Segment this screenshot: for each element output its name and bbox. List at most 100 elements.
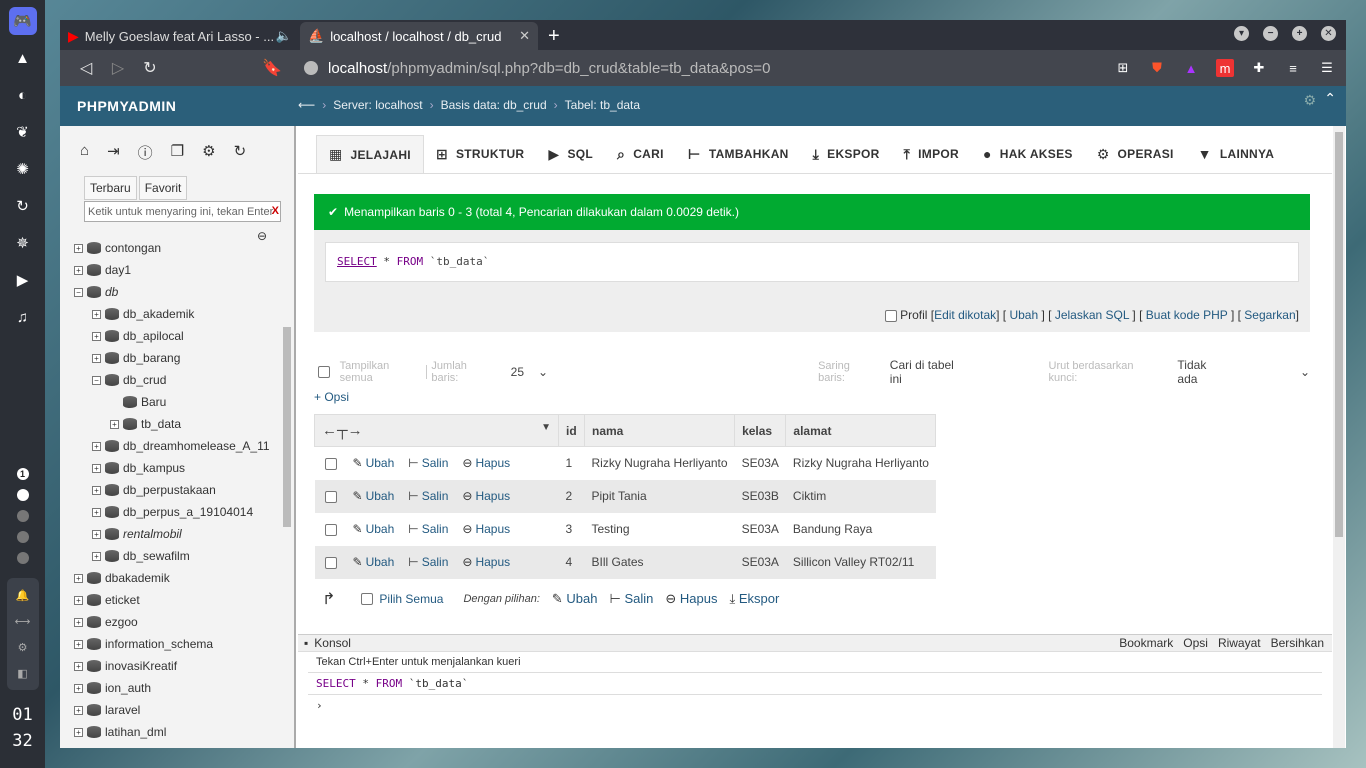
maximize-icon[interactable]: +: [1292, 26, 1307, 41]
expand-icon[interactable]: +: [92, 463, 101, 473]
edit-button[interactable]: ✎ Ubah: [353, 456, 395, 470]
new-tab-button[interactable]: +: [548, 22, 560, 50]
select-all-label[interactable]: Pilih Semua: [379, 592, 443, 606]
row-checkbox[interactable]: [324, 458, 337, 471]
copy-button[interactable]: ⊢ Salin: [408, 456, 448, 470]
expand-icon[interactable]: +: [74, 265, 83, 275]
table-cell[interactable]: 1: [558, 446, 585, 480]
table-cell[interactable]: SE03A: [734, 446, 786, 480]
table-cell[interactable]: SE03B: [734, 479, 786, 513]
table-cell[interactable]: Pipit Tania: [584, 479, 735, 513]
breadcrumb-db[interactable]: Basis data: db_crud: [441, 98, 547, 112]
brave-shield-icon[interactable]: ⛊: [1148, 59, 1166, 77]
chevron-down-icon[interactable]: ⌄: [1300, 365, 1310, 379]
back-icon[interactable]: ◁: [70, 58, 102, 78]
table-cell[interactable]: SE03A: [734, 512, 786, 546]
workspace-2[interactable]: [16, 489, 29, 501]
tree-item[interactable]: + information_schema: [74, 633, 284, 655]
settings-icon[interactable]: ⚙: [1303, 92, 1316, 109]
bulk-export-button[interactable]: ⤓ Ekspor: [729, 591, 779, 607]
console-query[interactable]: SELECT * FROM `tb_data`: [308, 673, 1322, 695]
column-header-kelas[interactable]: kelas: [734, 414, 787, 447]
row-checkbox[interactable]: [324, 556, 337, 569]
palette-icon[interactable]: ✺: [9, 155, 37, 183]
expand-icon[interactable]: +: [74, 683, 83, 693]
tree-item[interactable]: + db_kampus: [74, 457, 284, 479]
tree-item[interactable]: + db_perpus_a_19104014: [74, 501, 284, 523]
edit-button[interactable]: ✎ Ubah: [353, 522, 395, 536]
console-clear[interactable]: Bersihkan: [1271, 636, 1324, 650]
filter-input[interactable]: Ketik untuk menyaring ini, tekan Enter X: [84, 201, 281, 222]
profile-checkbox[interactable]: [884, 309, 897, 322]
table-cell[interactable]: 2: [558, 479, 585, 513]
php-code-link[interactable]: Buat kode PHP: [1146, 308, 1228, 322]
table-cell[interactable]: 3: [558, 512, 585, 546]
table-cell[interactable]: Ciktim: [785, 479, 936, 513]
table-cell[interactable]: 4: [558, 545, 585, 579]
edit-button[interactable]: ✎ Ubah: [353, 555, 395, 569]
tree-item[interactable]: − db: [74, 281, 284, 303]
breadcrumb-server[interactable]: Server: localhost: [333, 98, 422, 112]
expand-icon[interactable]: +: [92, 353, 101, 363]
console-input[interactable]: ›: [308, 695, 1322, 716]
tab-favorite[interactable]: Favorit: [138, 176, 188, 200]
column-header-nama[interactable]: nama: [583, 414, 736, 447]
tab-insert[interactable]: ⊢ TAMBAHKAN: [676, 135, 801, 173]
bell-icon[interactable]: 🔔: [16, 582, 30, 608]
console-bar[interactable]: ▪ Konsol Bookmark Opsi Riwayat Bersihkan: [298, 635, 1332, 652]
table-cell[interactable]: SE03A: [734, 545, 786, 579]
row-checkbox[interactable]: [324, 523, 337, 536]
info-icon[interactable]: ⓘ: [138, 142, 153, 176]
tab-search[interactable]: ⌕ CARI: [605, 135, 676, 173]
console-title[interactable]: Konsol: [314, 636, 351, 650]
extension-red-icon[interactable]: m: [1216, 59, 1234, 77]
puzzle-icon[interactable]: ✚: [1250, 59, 1268, 77]
console-options[interactable]: Opsi: [1183, 636, 1208, 650]
collapse-icon[interactable]: −: [74, 287, 83, 297]
home-icon[interactable]: ⌂: [80, 142, 89, 176]
workspace-1[interactable]: 1: [16, 468, 29, 480]
tab-export[interactable]: ⤓ EKSPOR: [801, 135, 892, 173]
row-checkbox[interactable]: [324, 490, 337, 503]
forward-icon[interactable]: ▷: [102, 58, 134, 78]
tree-item[interactable]: + dbakademik: [74, 567, 284, 589]
tree-item[interactable]: + eticket: [74, 589, 284, 611]
music-icon[interactable]: ♫: [9, 303, 37, 331]
table-cell[interactable]: Sillicon Valley RT02/11: [785, 545, 936, 579]
rows-select[interactable]: 25: [511, 365, 524, 379]
breadcrumb-back-icon[interactable]: ⟵: [298, 98, 315, 112]
refresh-link[interactable]: Segarkan: [1244, 308, 1295, 322]
tab-structure[interactable]: ⊞ STRUKTUR: [424, 135, 536, 173]
aperture-icon[interactable]: ✵: [9, 229, 37, 257]
expand-icon[interactable]: +: [92, 441, 101, 451]
tab-browse[interactable]: ▦ JELAJAHI: [316, 135, 424, 173]
expand-icon[interactable]: +: [74, 595, 83, 605]
leaf-icon[interactable]: ❦: [9, 118, 37, 146]
translate-icon[interactable]: ⊞: [1114, 59, 1132, 77]
gamepad-icon[interactable]: 🎮: [8, 7, 37, 35]
expand-icon[interactable]: +: [110, 419, 119, 429]
expand-icon[interactable]: +: [74, 661, 83, 671]
tree-item[interactable]: + contongan: [74, 237, 284, 259]
sort-select[interactable]: Tidak ada: [1177, 358, 1228, 386]
breadcrumb-table[interactable]: Tabel: tb_data: [565, 98, 640, 112]
show-all-checkbox[interactable]: [318, 366, 330, 378]
tab-phpmyadmin[interactable]: ⛵ localhost / localhost / db_crud ✕: [300, 22, 538, 50]
tree-item[interactable]: + latihan_dml: [74, 721, 284, 743]
close-window-icon[interactable]: ✕: [1321, 26, 1336, 41]
history-icon[interactable]: ↻: [9, 192, 37, 220]
tree-item[interactable]: + tb_data: [74, 413, 284, 435]
network-icon[interactable]: ⟷: [15, 608, 31, 634]
copy-button[interactable]: ⊢ Salin: [408, 555, 448, 569]
collapse-icon[interactable]: −: [92, 375, 101, 385]
docs-icon[interactable]: ❐: [171, 142, 184, 176]
tree-item[interactable]: + laravel: [74, 699, 284, 721]
arrows-icon[interactable]: ←┬→: [322, 422, 363, 439]
table-cell[interactable]: BIll Gates: [584, 545, 735, 579]
tree-item[interactable]: + db_akademik: [74, 303, 284, 325]
tab-recent[interactable]: Terbaru: [84, 176, 137, 200]
expand-icon[interactable]: +: [92, 331, 101, 341]
bulk-copy-button[interactable]: ⊢ Salin: [610, 591, 654, 607]
mountain-icon[interactable]: ▲: [9, 44, 37, 72]
tree-item[interactable]: + db_dreamhomelease_A_11: [74, 435, 284, 457]
